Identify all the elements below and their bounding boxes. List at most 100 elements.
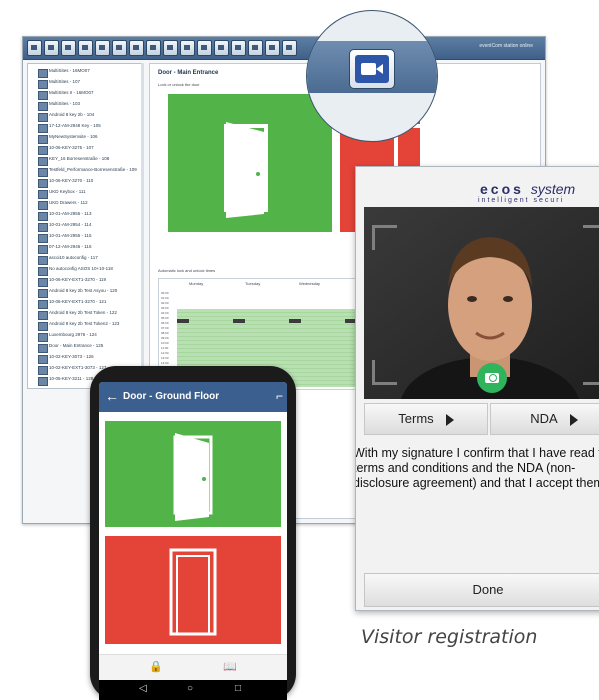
calendar-icon[interactable] [146,40,161,56]
tree-item-label: 10-06-KEY-3275 - 107 [49,145,94,150]
tree-item-label: Door - Main Entrance - 125 [49,343,104,348]
lock-door-button[interactable] [105,536,281,644]
exit-icon[interactable] [282,40,297,56]
site-icon [38,212,48,221]
desktop-toolbar: eventCom station online [23,37,545,60]
site-icon [38,333,48,342]
tree-item-label: 10-06-KEY-3270 - 110 [49,178,94,183]
tree-item-label: MultiSites II - 16MO07 [49,90,94,95]
site-icon [38,289,48,298]
list-icon[interactable] [61,40,76,56]
site-icon [38,245,48,254]
site-icon [38,157,48,166]
nav-recent-icon[interactable]: □ [235,683,241,694]
tree-item-label: UKD Keybox - 111 [49,189,86,194]
site-icon [38,102,48,111]
open-door-icon [224,122,268,218]
site-icon [38,135,48,144]
user-icon[interactable] [78,40,93,56]
site-icon [38,355,48,364]
connection-status: eventCom station online [479,43,533,49]
tree-item-label: Android 8 key 2b Test Asyou - 120 [49,288,118,293]
site-icon [38,146,48,155]
tree-item-label: 10-02-KEY-3073 - 126 [49,354,94,359]
site-icon [38,311,48,320]
home-icon[interactable] [27,40,42,56]
frame-corner-icon [583,225,599,250]
menu-icon[interactable]: ⌐ [276,389,283,403]
lock-marker-row [177,319,385,323]
site-icon [38,377,48,386]
visitor-camera-preview [364,207,599,399]
nda-label: NDA [530,411,558,426]
unlock-door-button[interactable] [168,94,332,232]
tree-item-label: MultiSites - 103 [49,101,81,106]
tree-item-label: 07-12-AM-2946 - 116 [49,244,92,249]
tree-scrollbar[interactable] [141,63,144,387]
mobile-phone: ← Door - Ground Floor ⌐ 🔒 📖 ◁ ○ □ [90,366,296,700]
folder-icon[interactable] [197,40,212,56]
tree-item-label: Android 8 key 2b Test Token2 - 123 [49,321,120,326]
ecos-logo: ecos system [480,181,576,197]
android-nav-bar: ◁ ○ □ [99,680,287,700]
tree-item-label: KEY_16 Borresenstraße - 108 [49,156,110,161]
back-arrow-icon[interactable]: ← [105,388,119,404]
tree-item-label: Android 8 key 2b - 104 [49,112,95,117]
unlock-door-button[interactable] [105,421,281,527]
tree-item-label: Luxembourg 2976 - 124 [49,332,97,337]
tree-item-label: No autoconfig ASOS 10+10-118 [49,266,113,271]
done-button[interactable]: Done [364,573,599,607]
tree-item-label: 10-06-KEY-EXT1-3270 - 121 [49,299,107,304]
open-door-icon [173,433,213,521]
zoom-callout [306,10,438,142]
play-icon [445,413,454,426]
users-icon[interactable] [95,40,110,56]
report-icon[interactable] [180,40,195,56]
info-icon[interactable] [265,40,280,56]
door-icon[interactable] [129,40,144,56]
lock-icon[interactable]: 🔒 [149,660,163,673]
settings-icon[interactable] [231,40,246,56]
closed-door-icon [169,548,217,636]
tree-item-label: 17-12-AM-2948 Key - 105 [49,123,101,128]
terms-button[interactable]: Terms [364,403,488,435]
nav-back-icon[interactable]: ◁ [139,683,147,694]
site-tree[interactable]: MultiSites - 16MO07 MultiSites - 107 Multi… [27,63,144,389]
search-icon[interactable] [163,40,178,56]
tree-item-label: 10-01-AM-2955 - 113 [49,211,92,216]
tree-item-label: 10-01-AM-2955 - 115 [49,233,92,238]
frame-corner-icon [583,360,599,385]
help-icon[interactable] [248,40,263,56]
frame-corner-icon [372,360,397,385]
take-photo-button[interactable] [477,363,507,393]
site-icon [38,322,48,331]
site-icon [38,91,48,100]
site-icon [38,179,48,188]
grid-icon[interactable] [44,40,59,56]
site-icon [38,344,48,353]
video-camera-button[interactable] [349,49,395,89]
tree-item-label: UKD Drawers - 112 [49,200,88,205]
key-icon[interactable] [112,40,127,56]
consent-text: With my signature I confirm that I have … [355,446,599,490]
bottom-tab-bar: 🔒 📖 [99,654,287,681]
tree-item-label: MultiSites - 107 [49,79,81,84]
phone-screen: ← Door - Ground Floor ⌐ 🔒 📖 ◁ ○ □ [99,382,287,700]
visitor-tablet: ecos system intelligent securi Terms NDA… [355,166,599,611]
page-title: Door - Main Entrance [158,70,219,76]
tree-item-label: MyNewSystemsite - 106 [49,134,98,139]
frame-corner-icon [372,225,397,250]
video-camera-icon [361,63,383,75]
app-header: ← Door - Ground Floor ⌐ [99,382,287,412]
nav-home-icon[interactable]: ○ [187,683,193,694]
tree-item-label: 10-06-KEY-EXT1-3270 - 119 [49,277,107,282]
site-icon [38,168,48,177]
book-icon[interactable]: 📖 [223,660,237,673]
site-icon [38,69,48,78]
site-icon [38,80,48,89]
weekday-label: Tuesday [245,281,261,286]
print-icon[interactable] [214,40,229,56]
nda-button[interactable]: NDA [490,403,599,435]
terms-label: Terms [398,411,434,426]
site-icon [38,278,48,287]
